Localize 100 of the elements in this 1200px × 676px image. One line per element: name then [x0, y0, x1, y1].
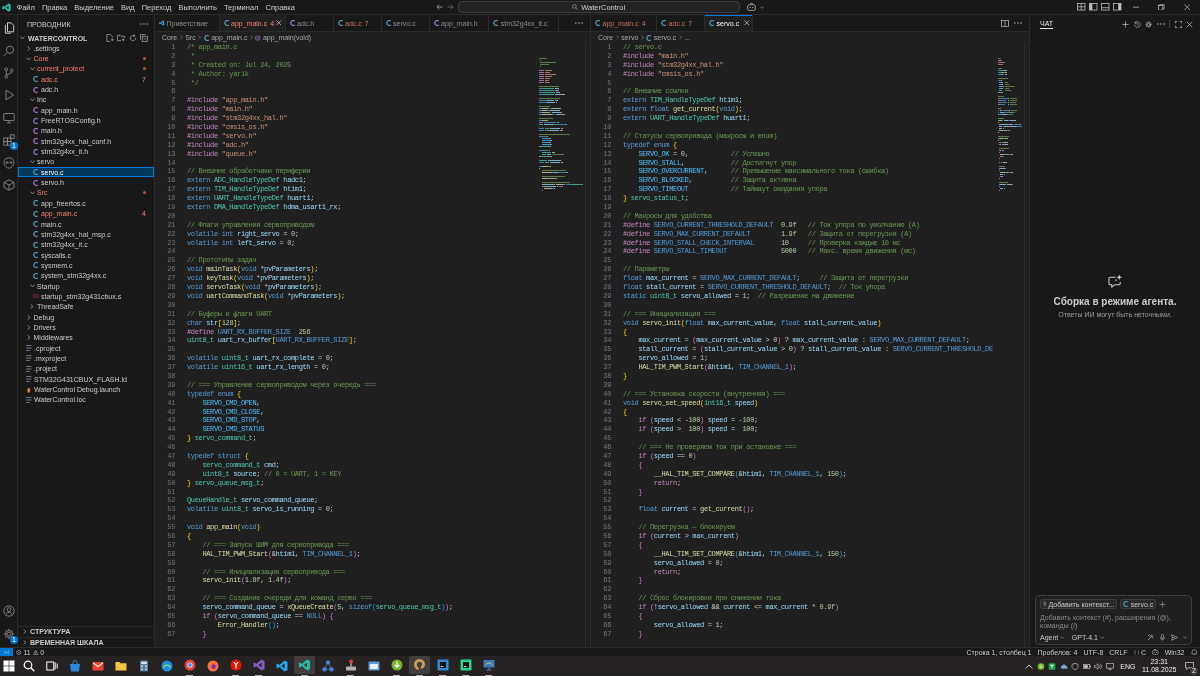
- shopping-bag-icon[interactable]: [68, 660, 81, 672]
- app-logo-icon: [2, 2, 11, 12]
- c-file-icon: [203, 34, 210, 41]
- chevron-right-icon[interactable]: [26, 314, 31, 320]
- arrow-circle-icon[interactable]: [390, 659, 403, 672]
- remote-icon: [3, 649, 10, 655]
- bell-icon[interactable]: [1190, 649, 1197, 655]
- error-dot-icon: [143, 67, 146, 71]
- split-editor-icon[interactable]: [1001, 19, 1009, 27]
- sidebar-left-icon[interactable]: [1089, 3, 1098, 11]
- collapse-icon[interactable]: [140, 34, 148, 42]
- speaker-icon[interactable]: [1094, 662, 1103, 670]
- chevron-right-icon[interactable]: [26, 45, 31, 51]
- c-file-icon: [646, 34, 652, 41]
- close-icon[interactable]: [1183, 3, 1191, 11]
- source-control-icon[interactable]: [2, 66, 15, 79]
- robot-face-icon[interactable]: [1152, 649, 1159, 655]
- cloud-icon[interactable]: [1059, 662, 1068, 670]
- window-icon[interactable]: [367, 660, 380, 672]
- c-file-icon: [661, 20, 667, 26]
- chevron-right-icon[interactable]: [26, 335, 31, 341]
- chevron-down-icon[interactable]: [29, 98, 35, 102]
- four-panes-icon[interactable]: [2, 660, 15, 672]
- alien-head-icon[interactable]: [2, 156, 15, 169]
- chevron-down-icon[interactable]: [29, 67, 35, 71]
- run-icon[interactable]: [2, 89, 15, 102]
- tools-icon[interactable]: [1146, 634, 1154, 641]
- arrow-right-icon[interactable]: [446, 4, 454, 10]
- chevron-right-icon: [249, 35, 253, 40]
- plus-icon[interactable]: [1159, 600, 1167, 608]
- chevron-right-icon: [198, 35, 202, 40]
- cube-icon[interactable]: [2, 178, 15, 191]
- new-folder-icon[interactable]: [117, 34, 125, 42]
- search-icon[interactable]: [22, 660, 35, 672]
- joystick-icon[interactable]: [344, 659, 357, 672]
- envelope-icon[interactable]: [91, 660, 104, 672]
- chevron-up-icon[interactable]: [1025, 662, 1034, 670]
- refresh-icon[interactable]: [128, 34, 137, 42]
- fork-circle-icon[interactable]: [229, 659, 242, 672]
- close-icon[interactable]: [1186, 20, 1193, 28]
- calculator-icon[interactable]: [137, 660, 150, 672]
- text-file-icon: [26, 365, 32, 372]
- hook-icon[interactable]: [409, 656, 430, 674]
- ribbon-icon[interactable]: [275, 660, 288, 672]
- new-file-icon[interactable]: [105, 34, 114, 42]
- monitor-icon[interactable]: [2, 111, 15, 124]
- search-icon: [572, 4, 579, 10]
- arrow-circle-icon[interactable]: [1036, 662, 1045, 670]
- restore-icon[interactable]: [1158, 3, 1165, 11]
- c-file-icon: [33, 169, 39, 176]
- ribbon-icon[interactable]: [294, 656, 315, 674]
- settings-icon[interactable]: [1145, 20, 1152, 28]
- chevron-down-icon: [20, 36, 25, 40]
- robot-face-icon[interactable]: [746, 3, 756, 11]
- chevron-down-icon[interactable]: [29, 191, 35, 195]
- wave-circle-icon[interactable]: [160, 660, 173, 672]
- asm-file-icon: [33, 293, 39, 300]
- folder-icon[interactable]: [114, 660, 127, 672]
- stacked-windows-icon[interactable]: [45, 660, 58, 672]
- caret-down-icon[interactable]: [759, 5, 765, 9]
- chevron-down-icon[interactable]: [29, 160, 35, 164]
- ring-circle-icon[interactable]: [183, 659, 196, 672]
- plus-icon[interactable]: [1122, 20, 1129, 28]
- chevron-down-icon[interactable]: [26, 56, 31, 61]
- error-dot-icon: [143, 191, 146, 195]
- extensions-icon[interactable]: [2, 134, 15, 147]
- app-logo-icon: [159, 20, 165, 26]
- layout-grid-icon[interactable]: [1077, 3, 1086, 11]
- caret-down-icon[interactable]: [1182, 636, 1187, 639]
- square-tile-icon[interactable]: [436, 659, 449, 672]
- chevron-right-icon[interactable]: [30, 304, 34, 310]
- maximize-icon[interactable]: [1174, 20, 1182, 28]
- square-tile-icon[interactable]: [1048, 662, 1057, 670]
- monitor-icon[interactable]: [482, 659, 495, 672]
- arrow-left-icon[interactable]: [435, 4, 443, 10]
- text-file-icon: [26, 376, 32, 383]
- settings-icon[interactable]: [2, 627, 15, 640]
- close-icon[interactable]: [276, 20, 282, 26]
- mic-icon[interactable]: [1158, 634, 1166, 641]
- chevron-right-icon: [179, 35, 183, 40]
- c-file-icon: [33, 76, 39, 83]
- send-icon[interactable]: [1170, 634, 1178, 641]
- chevron-down-icon[interactable]: [29, 284, 35, 288]
- square-tile-icon[interactable]: [459, 659, 472, 672]
- shield-icon[interactable]: [1071, 662, 1080, 670]
- text-file-icon: [26, 345, 32, 352]
- chevron-right-icon[interactable]: [26, 324, 31, 330]
- files-icon[interactable]: [2, 22, 15, 35]
- sidebar-right-icon[interactable]: [1113, 3, 1122, 11]
- ribbon-icon[interactable]: [252, 659, 265, 672]
- message-icon[interactable]: [1185, 662, 1194, 670]
- panel-bottom-icon[interactable]: [1101, 3, 1110, 11]
- monitor-icon[interactable]: [1105, 662, 1114, 670]
- network-nodes-icon[interactable]: [321, 660, 334, 672]
- account-icon[interactable]: [2, 605, 15, 618]
- close-icon[interactable]: [743, 20, 750, 26]
- circle-dot-icon[interactable]: [206, 660, 219, 672]
- battery-icon[interactable]: [1082, 662, 1091, 670]
- history-icon[interactable]: [1133, 20, 1141, 28]
- c-file-icon: [709, 20, 715, 26]
